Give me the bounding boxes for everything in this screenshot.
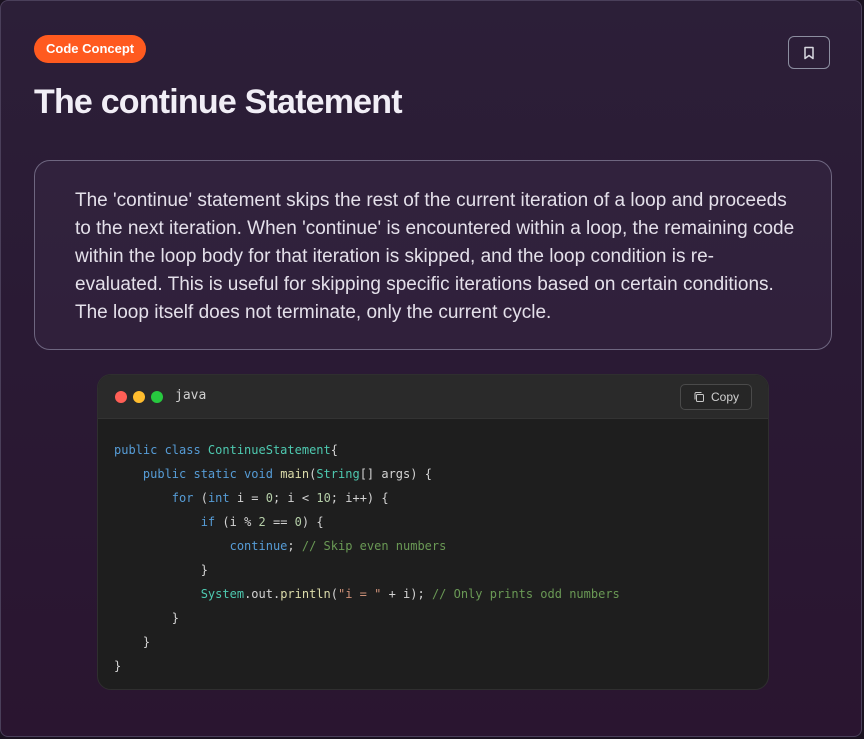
copy-button[interactable]: Copy [680, 384, 752, 410]
bookmark-icon [804, 46, 814, 59]
code-line: } [114, 635, 151, 649]
code-body: public class ContinueStatement{ public s… [98, 419, 768, 678]
description-text: The 'continue' statement skips the rest … [75, 190, 795, 323]
code-line: public static void main(String[] args) { [142, 467, 432, 481]
bookmark-button[interactable] [788, 36, 830, 69]
code-line: if (i % 2 == 0) { [200, 515, 324, 529]
code-line: } [114, 659, 122, 673]
code-line: continue; // Skip even numbers [229, 539, 447, 553]
code-language-label: java [175, 388, 207, 403]
copy-label: Copy [710, 390, 739, 404]
code-line: } [114, 611, 180, 625]
category-badge: Code Concept [34, 35, 147, 63]
code-block: java Copy public class ContinueStatement… [97, 374, 769, 690]
code-line: } [114, 563, 208, 577]
concept-card: Code Concept The continue Statement The … [0, 0, 862, 737]
code-line: System.out.println("i = " + i); // Only … [200, 587, 620, 601]
window-dot-green [151, 391, 163, 403]
code-line: public class ContinueStatement{ [114, 443, 338, 457]
code-header: java Copy [98, 375, 768, 419]
window-dot-yellow [133, 391, 145, 403]
window-dot-red [115, 391, 127, 403]
description-box: The 'continue' statement skips the rest … [34, 160, 832, 350]
code-line: for (int i = 0; i < 10; i++) { [171, 491, 389, 505]
copy-icon [694, 392, 704, 402]
page-title: The continue Statement [34, 83, 403, 121]
